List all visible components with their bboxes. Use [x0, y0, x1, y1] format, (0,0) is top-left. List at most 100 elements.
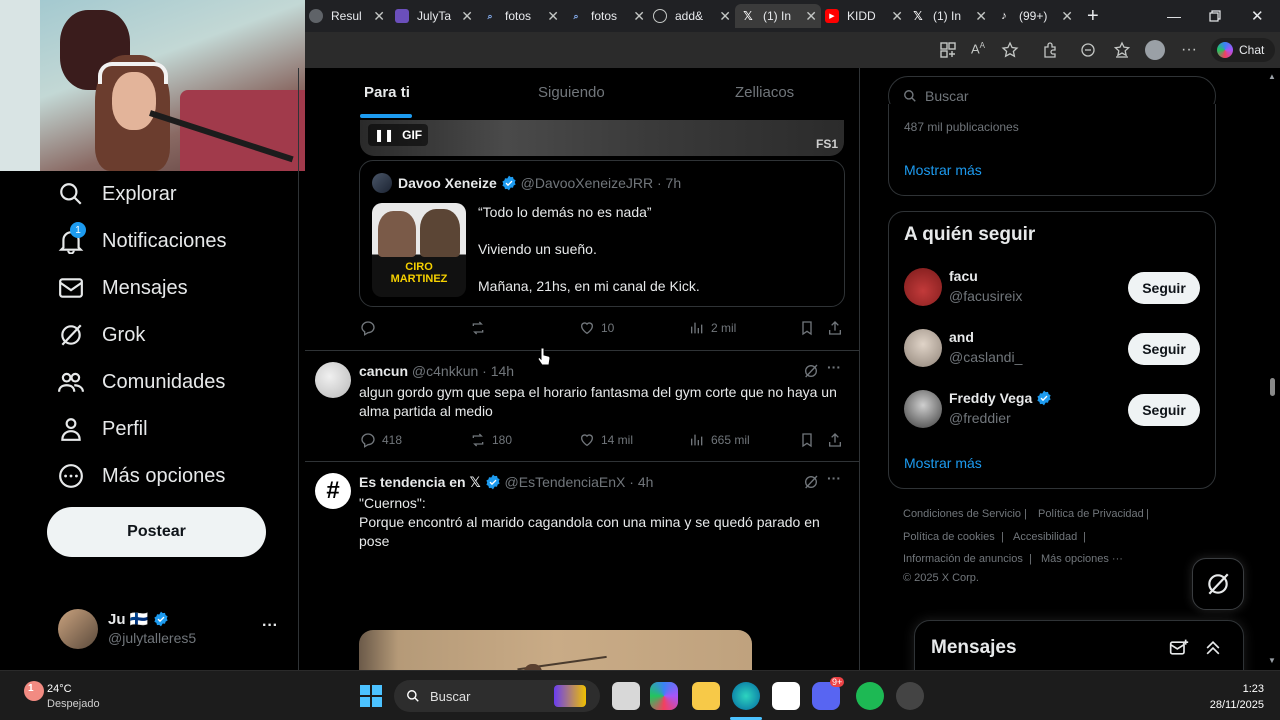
footer-link-cookies[interactable]: Política de cookies — [903, 531, 995, 543]
follow-suggestion[interactable]: Freddy Vega @freddier Seguir — [889, 382, 1215, 442]
post-more-icon[interactable]: ··· — [827, 359, 841, 375]
close-tab-icon[interactable]: ✕ — [1061, 8, 1073, 25]
avatar[interactable] — [904, 268, 942, 306]
profile-avatar[interactable] — [1145, 40, 1165, 60]
reply-button[interactable]: 418 — [360, 432, 402, 448]
footer-link-ads[interactable]: Información de anuncios — [903, 553, 1023, 565]
follow-button[interactable]: Seguir — [1128, 272, 1200, 304]
close-tab-icon[interactable]: ✕ — [461, 8, 473, 25]
nav-explorar[interactable]: Explorar — [58, 179, 176, 209]
follow-button[interactable]: Seguir — [1128, 333, 1200, 365]
pause-icon[interactable]: ❚❚ — [374, 128, 394, 142]
hashtag-avatar-icon[interactable]: # — [315, 473, 351, 509]
follow-suggestion[interactable]: facu @facusireix Seguir — [889, 260, 1215, 320]
settings-more-icon[interactable]: ··· — [1181, 41, 1199, 59]
like-button[interactable]: 14 mil — [579, 432, 633, 448]
tab-siguiendo[interactable]: Siguiendo — [538, 84, 605, 101]
browser-tab[interactable]: ♪ (99+) ✕ — [997, 4, 1077, 28]
nav-mas-opciones[interactable]: Más opciones — [58, 461, 225, 491]
spotify-icon[interactable] — [856, 682, 884, 710]
bookmark-button[interactable] — [799, 432, 821, 448]
browser-tab[interactable]: ▶ KIDD ✕ — [825, 4, 907, 28]
extensions-icon[interactable] — [1041, 41, 1059, 59]
suggestion-name[interactable]: Freddy Vega — [949, 390, 1032, 406]
new-message-icon[interactable] — [1169, 638, 1189, 658]
footer-link-privacy[interactable]: Política de Privacidad — [1038, 508, 1144, 520]
nav-grok[interactable]: Grok — [58, 320, 145, 350]
close-tab-icon[interactable]: ✕ — [373, 8, 385, 25]
windows-start-icon[interactable] — [360, 685, 382, 707]
browser-tab[interactable]: ⌕ fotos ✕ — [483, 4, 563, 28]
post[interactable]: cancun @c4nkkun · 14h ··· algun gordo gy… — [305, 351, 859, 461]
follow-suggestion[interactable]: and @caslandi_ Seguir — [889, 321, 1215, 381]
quoted-post[interactable]: Davoo Xeneize @DavooXeneizeJRR · 7h CIRO… — [359, 160, 845, 307]
copilot-chat-button[interactable]: Chat — [1211, 38, 1275, 62]
taskbar-search-input[interactable]: Buscar — [394, 680, 600, 712]
tab-para-ti[interactable]: Para ti — [364, 84, 410, 101]
avatar[interactable] — [904, 390, 942, 428]
discord-icon[interactable]: 9+ — [812, 677, 845, 710]
footer-link-accessibility[interactable]: Accesibilidad — [1013, 531, 1077, 543]
show-more-link[interactable]: Mostrar más — [904, 455, 982, 471]
browser-essentials-icon[interactable] — [1079, 41, 1097, 59]
bookmark-button[interactable] — [799, 320, 821, 336]
read-aloud-icon[interactable]: AA — [971, 41, 989, 59]
scroll-down-icon[interactable]: ▼ — [1268, 656, 1276, 665]
maximize-window-icon[interactable] — [1209, 4, 1225, 28]
views-button[interactable]: 665 mil — [689, 432, 750, 448]
browser-tab[interactable]: JulyTa ✕ — [395, 4, 477, 28]
close-tab-icon[interactable]: ✕ — [891, 8, 903, 25]
browser-tab-active[interactable]: 𝕏 (1) In ✕ — [735, 4, 821, 28]
avatar[interactable] — [904, 329, 942, 367]
app-available-icon[interactable] — [939, 41, 957, 59]
follow-button[interactable]: Seguir — [1128, 394, 1200, 426]
share-button[interactable] — [827, 432, 849, 448]
grok-explain-icon[interactable] — [803, 474, 819, 490]
clock-date[interactable]: 28/11/2025 — [1188, 699, 1264, 711]
repost-button[interactable]: 180 — [470, 432, 512, 448]
grok-float-button[interactable] — [1192, 558, 1244, 610]
close-tab-icon[interactable]: ✕ — [719, 8, 731, 25]
close-tab-icon[interactable]: ✕ — [805, 8, 817, 25]
nav-comunidades[interactable]: Comunidades — [58, 367, 225, 397]
close-tab-icon[interactable]: ✕ — [975, 8, 987, 25]
share-button[interactable] — [827, 320, 849, 336]
show-more-link[interactable]: Mostrar más — [904, 162, 982, 178]
expand-chevron-icon[interactable] — [1203, 638, 1223, 658]
close-window-icon[interactable]: ✕ — [1251, 4, 1267, 28]
file-explorer-icon[interactable] — [692, 682, 720, 710]
browser-tab[interactable]: ⌕ fotos ✕ — [569, 4, 649, 28]
scrollbar-thumb[interactable] — [1270, 378, 1275, 396]
post-author-name[interactable]: cancun — [359, 363, 408, 379]
collections-icon[interactable] — [1113, 41, 1131, 59]
footer-link-more[interactable]: Más opciones ··· — [1041, 553, 1123, 565]
nav-notificaciones[interactable]: 1 Notificaciones — [58, 222, 227, 256]
minimize-window-icon[interactable]: — — [1167, 4, 1183, 28]
suggestion-name[interactable]: and — [949, 329, 974, 345]
microsoft-store-icon[interactable] — [772, 682, 800, 710]
new-tab-button[interactable]: + — [1087, 4, 1107, 28]
scroll-up-icon[interactable]: ▲ — [1268, 72, 1276, 81]
gif-media[interactable]: ❚❚ GIF FS1 — [360, 120, 844, 156]
obs-icon[interactable] — [896, 682, 924, 710]
close-tab-icon[interactable]: ✕ — [633, 8, 645, 25]
close-tab-icon[interactable]: ✕ — [547, 8, 559, 25]
copilot-taskbar-icon[interactable] — [650, 682, 678, 710]
tab-zelliacos[interactable]: Zelliacos — [735, 84, 794, 101]
weather-condition[interactable]: Despejado — [47, 698, 100, 710]
grok-explain-icon[interactable] — [803, 363, 819, 379]
favorite-star-icon[interactable] — [1001, 41, 1019, 59]
nav-mensajes[interactable]: Mensajes — [58, 273, 188, 303]
clock-time[interactable]: 1:23 — [1208, 683, 1264, 695]
task-view-icon[interactable] — [612, 682, 640, 710]
address-field[interactable] — [305, 36, 925, 64]
post-author-name[interactable]: Es tendencia en 𝕏 — [359, 474, 481, 490]
footer-link-terms[interactable]: Condiciones de Servicio — [903, 508, 1021, 520]
browser-tab[interactable]: Resul ✕ — [309, 4, 389, 28]
post-media-image[interactable] — [359, 630, 752, 670]
edge-browser-icon[interactable] — [732, 682, 760, 710]
account-more-icon[interactable]: ··· — [262, 617, 278, 635]
page-scrollbar[interactable]: ▲ ▼ — [1265, 68, 1280, 670]
like-button[interactable]: 10 — [579, 320, 614, 336]
account-switcher[interactable]: Ju 🇫🇮 @julytalleres5 ··· — [58, 609, 298, 649]
